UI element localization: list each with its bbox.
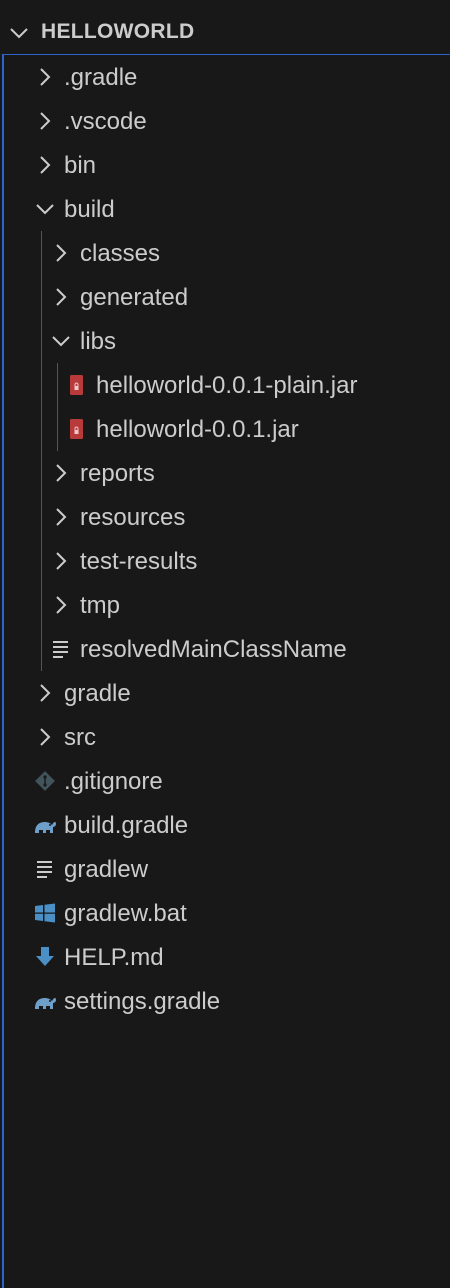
tree-item-label: tmp (80, 592, 121, 619)
gradle-elephant-icon (35, 997, 56, 1009)
tree-folder-bin[interactable]: bin (4, 143, 450, 187)
tree-item-label: helloworld-0.0.1-plain.jar (96, 372, 358, 399)
chevron-right-icon (40, 684, 51, 702)
tree-file-helloworld-0-0-1-jar[interactable]: helloworld-0.0.1.jar (4, 407, 450, 451)
tree-item-label: bin (64, 152, 97, 179)
chevron-down-icon (10, 28, 28, 39)
tree-item-label: helloworld-0.0.1.jar (96, 416, 299, 443)
tree-folder-vscode[interactable]: .vscode (4, 99, 450, 143)
tree-folder-classes[interactable]: classes (4, 231, 450, 275)
tree-item-label: src (64, 724, 96, 751)
tree-item-label: resources (80, 504, 186, 531)
git-icon (35, 771, 55, 791)
tree-folder-generated[interactable]: generated (4, 275, 450, 319)
tree-item-label: generated (80, 284, 189, 311)
chevron-down-icon (36, 204, 54, 215)
text-lines-icon (37, 861, 52, 878)
tree-item-label: reports (80, 460, 155, 487)
tree-folder-tmp[interactable]: tmp (4, 583, 450, 627)
chevron-right-icon (40, 68, 51, 86)
chevron-right-icon (56, 288, 67, 306)
tree-folder-resources[interactable]: resources (4, 495, 450, 539)
indent-guide (41, 231, 42, 671)
tree-item-label: classes (80, 240, 161, 267)
tree-file-helloworld-0-0-1-plain-jar[interactable]: helloworld-0.0.1-plain.jar (4, 363, 450, 407)
tree-item-label: gradlew.bat (64, 900, 187, 927)
tree-file-resolvedmainclassname[interactable]: resolvedMainClassName (4, 627, 450, 671)
tree-item-label: gradlew (64, 856, 149, 883)
chevron-right-icon (56, 508, 67, 526)
chevron-down-icon (52, 336, 70, 347)
jar-file-icon (70, 375, 83, 395)
tree-file-gitignore[interactable]: .gitignore (4, 759, 450, 803)
tree-item-label: build.gradle (64, 812, 189, 839)
tree-item-label: test-results (80, 548, 198, 575)
tree-item-label: gradle (64, 680, 131, 707)
tree-folder-gradle[interactable]: .gradle (4, 55, 450, 99)
tree-item-label: settings.gradle (64, 988, 221, 1015)
tree-file-gradlew-bat[interactable]: gradlew.bat (4, 891, 450, 935)
tree-folder-build[interactable]: build (4, 187, 450, 231)
tree-folder-gradle[interactable]: gradle (4, 671, 450, 715)
tree-item-label: resolvedMainClassName (80, 636, 347, 663)
chevron-right-icon (56, 552, 67, 570)
tree-file-gradlew[interactable]: gradlew (4, 847, 450, 891)
tree-folder-test-results[interactable]: test-results (4, 539, 450, 583)
tree-file-settings-gradle[interactable]: settings.gradle (4, 979, 450, 1023)
tree-folder-src[interactable]: src (4, 715, 450, 759)
tree-item-label: build (64, 196, 115, 223)
chevron-right-icon (56, 464, 67, 482)
tree-file-build-gradle[interactable]: build.gradle (4, 803, 450, 847)
jar-file-icon (70, 419, 83, 439)
tree-folder-libs[interactable]: libs (4, 319, 450, 363)
explorer-section-title: HELLOWORLD (41, 20, 195, 43)
explorer-section-header[interactable]: HELLOWORLD (0, 10, 450, 54)
tree-file-help-md[interactable]: HELP.md (4, 935, 450, 979)
text-lines-icon (53, 641, 68, 658)
chevron-right-icon (40, 156, 51, 174)
tree-item-label: .vscode (64, 108, 147, 135)
chevron-right-icon (40, 112, 51, 130)
tree-item-label: libs (80, 328, 117, 355)
indent-guide (57, 363, 58, 451)
gradle-elephant-icon (35, 821, 56, 833)
tree-folder-reports[interactable]: reports (4, 451, 450, 495)
chevron-right-icon (56, 244, 67, 262)
explorer-panel: HELLOWORLD .gradle .vscode bin build classes… (0, 0, 450, 1288)
chevron-right-icon (56, 596, 67, 614)
tree-item-label: .gitignore (64, 768, 163, 795)
windows-icon (35, 903, 55, 923)
chevron-right-icon (40, 728, 51, 746)
tree-item-label: HELP.md (64, 944, 164, 971)
download-arrow-icon (36, 947, 54, 966)
tree-item-label: .gradle (64, 64, 138, 91)
